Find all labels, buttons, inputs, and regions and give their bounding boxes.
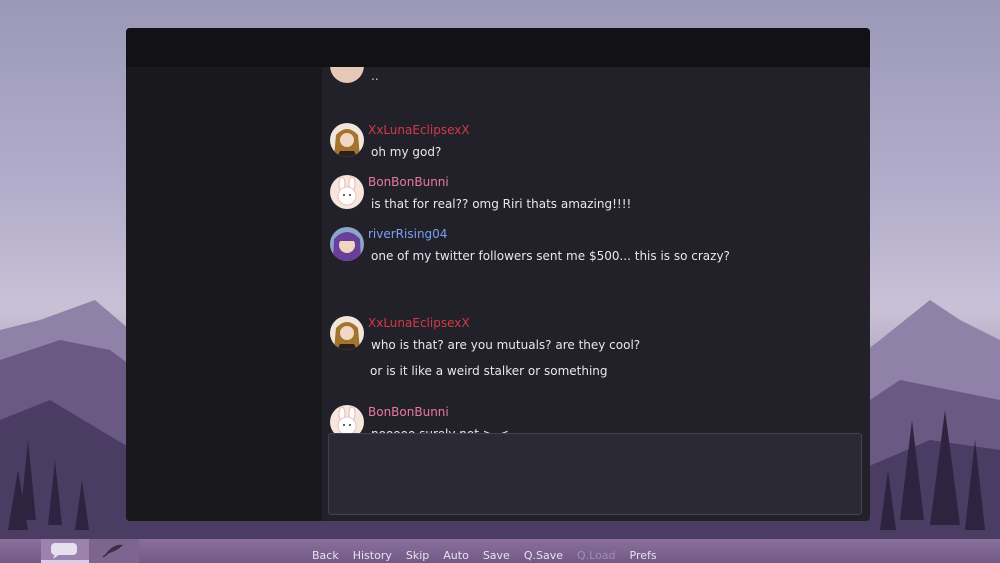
username: XxLunaEclipsexX [368,316,470,330]
username: BonBonBunni [368,175,449,189]
channel-sidebar [126,67,322,521]
prefs-button[interactable]: Prefs [630,549,657,562]
message-text: oh my god? [371,145,442,159]
luna-avatar [330,316,364,350]
message-text: .. [371,69,379,83]
message-text: who is that? are you mutuals? are they c… [371,338,641,352]
message-text: or is it like a weird stalker or somethi… [370,364,608,378]
username: BonBonBunni [368,405,449,419]
back-button[interactable]: Back [312,549,339,562]
bunny-avatar [330,67,364,83]
luna-avatar [330,123,364,157]
history-button[interactable]: History [353,549,392,562]
chat-tab[interactable] [41,539,89,563]
message-text: is that for real?? omg Riri thats amazin… [371,197,632,211]
skip-button[interactable]: Skip [406,549,429,562]
save-button[interactable]: Save [483,549,510,562]
chat-window: .. XxLunaEclipsexX oh my god? BonBonBunn… [126,28,870,521]
bunny-avatar [330,175,364,209]
window-titlebar [126,28,870,67]
message-input-box[interactable] [328,433,862,515]
quill-icon [102,544,123,558]
river-avatar [330,227,364,261]
message-text: one of my twitter followers sent me $500… [371,249,730,263]
quick-menu-bar: Back History Skip Auto Save Q.Save Q.Loa… [0,539,1000,563]
quick-save-button[interactable]: Q.Save [524,549,563,562]
notes-tab[interactable] [89,539,139,563]
auto-button[interactable]: Auto [443,549,469,562]
username: riverRising04 [368,227,448,241]
quick-load-button[interactable]: Q.Load [577,549,616,562]
chat-bubble-icon [51,543,77,559]
quick-menu-items: Back History Skip Auto Save Q.Save Q.Loa… [312,549,671,562]
chat-panel: .. XxLunaEclipsexX oh my god? BonBonBunn… [322,67,870,521]
username: XxLunaEclipsexX [368,123,470,137]
